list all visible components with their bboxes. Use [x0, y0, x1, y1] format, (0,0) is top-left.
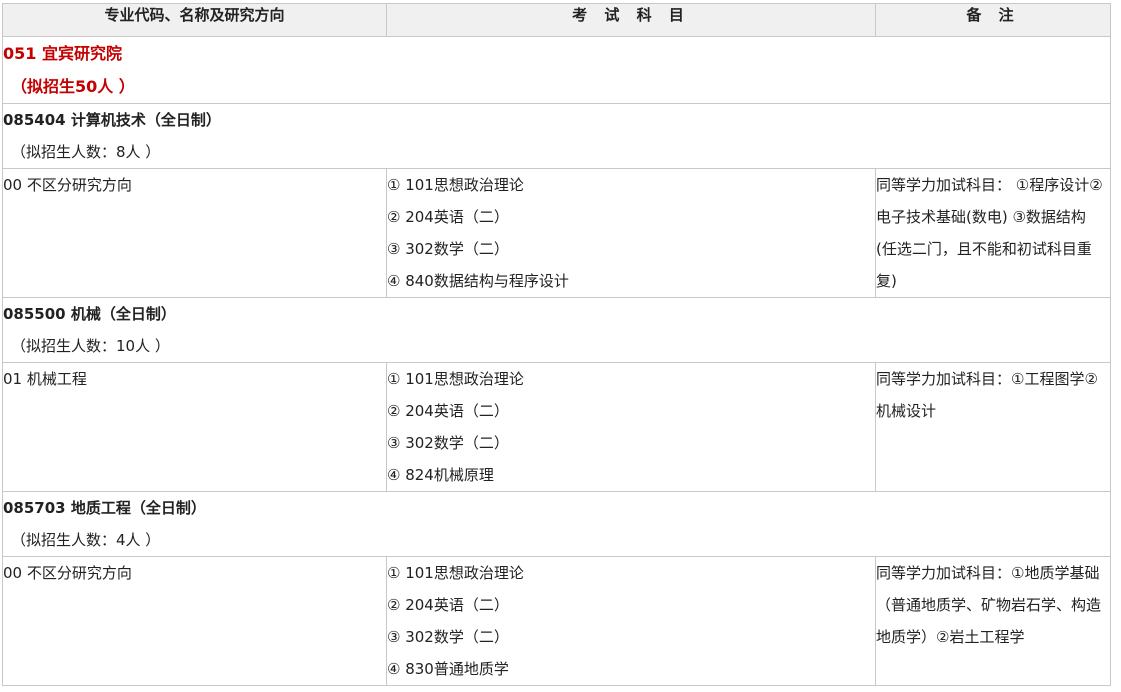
exam-subject: ① 101思想政治理论	[387, 564, 524, 582]
major-detail-row: 00 不区分研究方向 ① 101思想政治理论 ② 204英语（二） ③ 302数…	[2, 168, 1111, 298]
remarks-note: 同等学力加试科目：①地质学基础（普通地质学、矿物岩石学、构造地质学）②岩土工程学	[875, 556, 1111, 686]
enrollment-catalog-table: 专业代码、名称及研究方向 考 试 科 目 备 注 051 宜宾研究院 （拟招生5…	[2, 3, 1111, 686]
major-row: 085404 计算机技术（全日制） （拟招生人数：8人 ）	[2, 103, 1111, 169]
remarks-note: 同等学力加试科目： ①程序设计②电子技术基础(数电) ③数据结构 (任选二门，且…	[875, 168, 1111, 298]
major-row: 085500 机械（全日制） （拟招生人数：10人 ）	[2, 297, 1111, 363]
exam-subject: ③ 302数学（二）	[387, 434, 509, 452]
exam-subjects: ① 101思想政治理论 ② 204英语（二） ③ 302数学（二） ④ 840数…	[386, 168, 876, 298]
major-detail-row: 01 机械工程 ① 101思想政治理论 ② 204英语（二） ③ 302数学（二…	[2, 362, 1111, 492]
major-quota: （拟招生人数：4人 ）	[11, 531, 161, 549]
remarks-note: 同等学力加试科目：①工程图学②机械设计	[875, 362, 1111, 492]
exam-subject: ① 101思想政治理论	[387, 370, 524, 388]
major-row: 085703 地质工程（全日制） （拟招生人数：4人 ）	[2, 491, 1111, 557]
exam-subjects: ① 101思想政治理论 ② 204英语（二） ③ 302数学（二） ④ 830普…	[386, 556, 876, 686]
header-major: 专业代码、名称及研究方向	[2, 3, 387, 37]
exam-subjects: ① 101思想政治理论 ② 204英语（二） ③ 302数学（二） ④ 824机…	[386, 362, 876, 492]
header-remarks: 备 注	[875, 3, 1111, 37]
major-cell: 085703 地质工程（全日制） （拟招生人数：4人 ）	[2, 491, 1111, 557]
college-name: 051 宜宾研究院	[3, 44, 122, 63]
exam-subject: ② 204英语（二）	[387, 208, 509, 226]
research-direction: 01 机械工程	[2, 362, 387, 492]
exam-subject: ④ 840数据结构与程序设计	[387, 272, 569, 290]
research-direction: 00 不区分研究方向	[2, 168, 387, 298]
research-direction: 00 不区分研究方向	[2, 556, 387, 686]
exam-subject: ③ 302数学（二）	[387, 240, 509, 258]
major-detail-row: 00 不区分研究方向 ① 101思想政治理论 ② 204英语（二） ③ 302数…	[2, 556, 1111, 686]
major-cell: 085500 机械（全日制） （拟招生人数：10人 ）	[2, 297, 1111, 363]
major-title: 085500 机械（全日制）	[3, 305, 176, 323]
exam-subject: ② 204英语（二）	[387, 596, 509, 614]
exam-subject: ① 101思想政治理论	[387, 176, 524, 194]
exam-subject: ④ 830普通地质学	[387, 660, 509, 678]
major-quota: （拟招生人数：8人 ）	[11, 143, 161, 161]
major-title: 085703 地质工程（全日制）	[3, 499, 206, 517]
major-title: 085404 计算机技术（全日制）	[3, 111, 221, 129]
table-header-row: 专业代码、名称及研究方向 考 试 科 目 备 注	[2, 3, 1111, 37]
major-cell: 085404 计算机技术（全日制） （拟招生人数：8人 ）	[2, 103, 1111, 169]
exam-subject: ③ 302数学（二）	[387, 628, 509, 646]
exam-subject: ④ 824机械原理	[387, 466, 494, 484]
major-quota: （拟招生人数：10人 ）	[11, 337, 170, 355]
college-cell: 051 宜宾研究院 （拟招生50人 ）	[2, 36, 1111, 104]
exam-subject: ② 204英语（二）	[387, 402, 509, 420]
college-quota: （拟招生50人 ）	[11, 77, 135, 96]
college-row: 051 宜宾研究院 （拟招生50人 ）	[2, 36, 1111, 104]
header-exam-subjects: 考 试 科 目	[386, 3, 876, 37]
